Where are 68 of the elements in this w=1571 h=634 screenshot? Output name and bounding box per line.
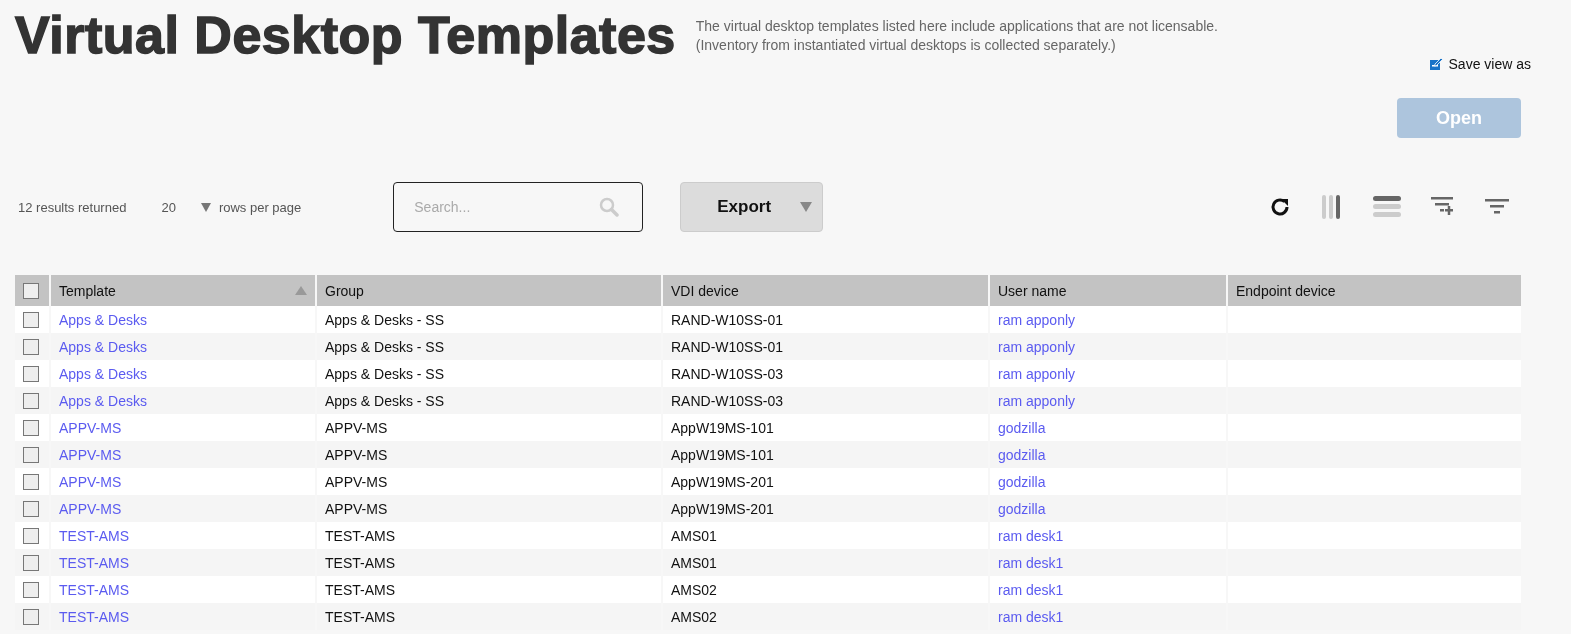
table-cell: Apps & Desks - SS [317,360,661,387]
table-cell: AMS02 [663,576,988,603]
description-text: The virtual desktop templates listed here include applications that are not licensable. [695,17,1218,36]
caret-icon [200,202,211,212]
column-header[interactable]: Group [317,275,661,306]
row-checkbox[interactable] [23,365,39,382]
template-link[interactable]: APPV-MS [59,500,122,517]
row-checkbox[interactable] [23,446,39,463]
user-link[interactable]: godzilla [998,446,1046,463]
row-checkbox[interactable] [23,527,39,544]
template-link[interactable]: TEST-AMS [59,608,129,625]
column-header[interactable]: User name [990,275,1226,306]
template-link[interactable]: Apps & Desks [59,338,147,355]
rows-per-page-label: rows per page [218,199,302,215]
user-link[interactable]: ram desk1 [998,581,1064,598]
user-link[interactable]: godzilla [998,419,1046,436]
rows-icon[interactable] [1373,196,1401,218]
refresh-icon[interactable] [1269,196,1291,218]
row-checkbox[interactable] [23,581,39,598]
search-field[interactable]: Search... [393,182,644,232]
table-cell: RAND-W10SS-01 [663,306,988,333]
user-link[interactable]: ram desk1 [998,527,1064,544]
table-cell: APPV-MS [317,468,661,495]
row-checkbox[interactable] [23,500,39,517]
table-cell: APPV-MS [317,414,661,441]
user-link[interactable]: ram apponly [998,338,1076,355]
row-checkbox[interactable] [23,554,39,571]
search-icon [599,197,620,217]
column-header[interactable]: VDI device [663,275,988,306]
row-checkbox[interactable] [23,473,39,490]
template-link[interactable]: TEST-AMS [59,581,129,598]
user-link[interactable]: ram desk1 [998,608,1064,625]
select-all-checkbox[interactable] [23,282,39,299]
caret-icon [800,202,813,212]
row-checkbox[interactable] [23,392,39,409]
filter-icon[interactable] [1485,198,1509,216]
edit-icon [1428,57,1443,71]
table-cell: TEST-AMS [317,576,661,603]
row-checkbox[interactable] [23,338,39,355]
template-link[interactable]: APPV-MS [59,446,122,463]
user-link[interactable]: ram apponly [998,392,1076,409]
add-filter-icon[interactable] [1431,196,1455,218]
save-view-link[interactable]: Save view as [1428,56,1531,72]
template-link[interactable]: Apps & Desks [59,392,147,409]
page-title: Virtual Desktop Templates [15,5,676,66]
column-header[interactable]: Endpoint device [1228,275,1521,306]
template-link[interactable]: TEST-AMS [59,527,129,544]
rows-per-page-select[interactable]: 20 [161,199,211,215]
row-checkbox[interactable] [23,311,39,328]
template-link[interactable]: APPV-MS [59,419,122,436]
template-link[interactable]: APPV-MS [59,473,122,490]
table-cell: AMS01 [663,522,988,549]
table-cell: Apps & Desks - SS [317,306,661,333]
description-text: (Inventory from instantiated virtual desktops is collected separately.) [695,36,1117,55]
row-checkbox[interactable] [23,608,39,625]
user-link[interactable]: ram desk1 [998,554,1064,571]
export-button[interactable]: Export [680,182,824,232]
table-cell: TEST-AMS [317,522,661,549]
table-cell: AppW19MS-201 [663,468,988,495]
user-link[interactable]: godzilla [998,500,1046,517]
template-link[interactable]: TEST-AMS [59,554,129,571]
table-cell: AppW19MS-101 [663,414,988,441]
row-checkbox[interactable] [23,419,39,436]
columns-icon[interactable] [1321,195,1343,219]
column-header[interactable]: Template [51,275,315,306]
table-cell: RAND-W10SS-03 [663,360,988,387]
results-count: 12 results returned [18,199,127,215]
user-link[interactable]: godzilla [998,473,1046,490]
